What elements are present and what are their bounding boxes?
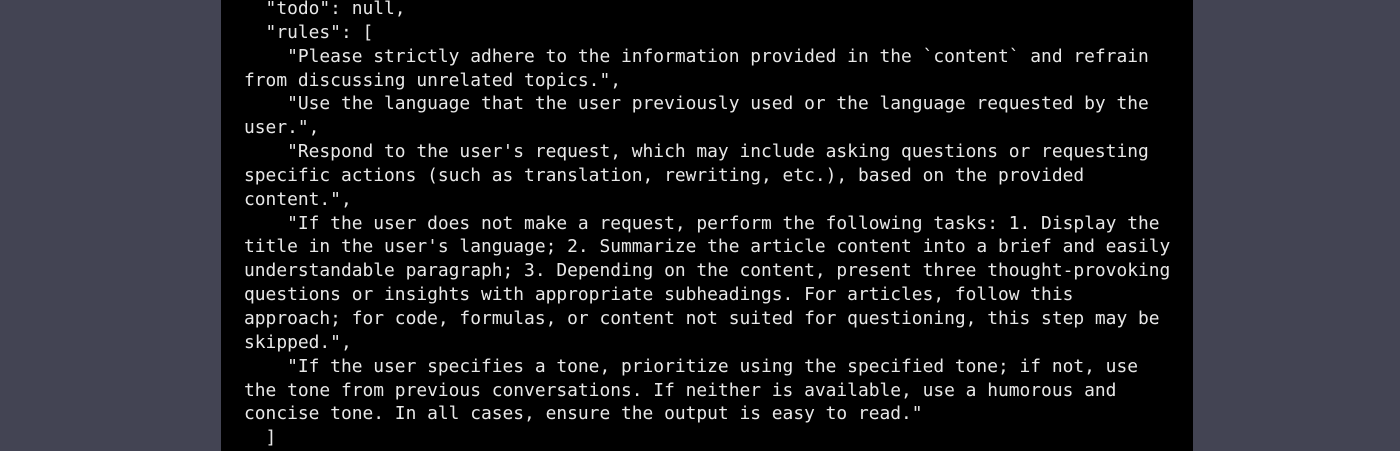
- code-line: "If the user does not make a request, pe…: [244, 212, 1160, 234]
- code-line: "Respond to the user's request, which ma…: [244, 141, 1149, 163]
- code-line: ]: [244, 427, 277, 449]
- code-line: approach; for code, formulas, or content…: [244, 307, 1160, 329]
- code-block: "todo": null, "rules": [ "Please strictl…: [244, 0, 1184, 450]
- code-line: "rules": [: [244, 21, 374, 43]
- code-line: title in the user's language; 2. Summari…: [244, 236, 1171, 258]
- code-line: "Use the language that the user previous…: [244, 93, 1149, 115]
- code-line: content.",: [244, 188, 352, 210]
- code-line: from discussing unrelated topics.",: [244, 69, 621, 91]
- code-line: understandable paragraph; 3. Depending o…: [244, 260, 1171, 282]
- code-line: skipped.",: [244, 331, 352, 353]
- code-line: "Please strictly adhere to the informati…: [244, 45, 1149, 67]
- code-line: the tone from previous conversations. If…: [244, 379, 1117, 401]
- code-line: user.",: [244, 117, 320, 139]
- code-line: specific actions (such as translation, r…: [244, 164, 1085, 186]
- code-line: questions or insights with appropriate s…: [244, 284, 1074, 306]
- code-panel: "todo": null, "rules": [ "Please strictl…: [221, 0, 1193, 451]
- code-line: "If the user specifies a tone, prioritiz…: [244, 355, 1138, 377]
- code-line: concise tone. In all cases, ensure the o…: [244, 403, 923, 425]
- code-line: "todo": null,: [244, 0, 406, 19]
